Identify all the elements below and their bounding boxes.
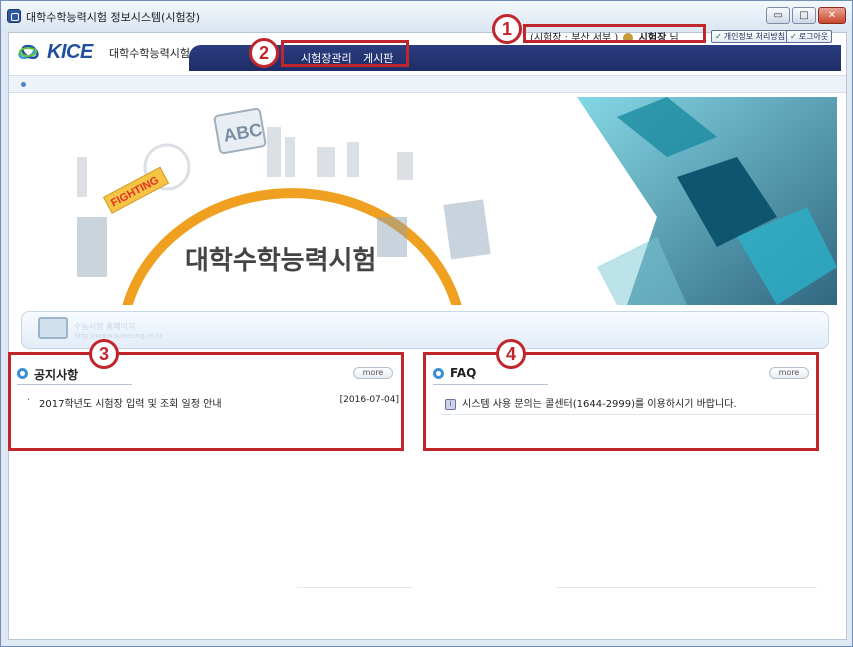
highlight-box-4 xyxy=(423,352,819,451)
marker-1: 1 xyxy=(492,14,522,44)
minimize-button[interactable]: ▭ xyxy=(766,7,790,24)
close-button[interactable]: ✕ xyxy=(818,7,846,24)
app-window: 대학수학능력시험 정보시스템(시험장) ▭ □ ✕ KICE 대학수학능력시험 … xyxy=(0,0,853,647)
title-bar: 대학수학능력시험 정보시스템(시험장) ▭ □ ✕ xyxy=(1,1,852,31)
highlight-box-3 xyxy=(8,352,404,451)
sub-strip xyxy=(9,75,846,93)
maximize-button[interactable]: □ xyxy=(792,7,816,24)
page-content: KICE 대학수학능력시험 정보 시스템 (시험장 : 부산 서부 ) 시험장 … xyxy=(8,30,847,640)
marker-3: 3 xyxy=(89,339,119,369)
banner-illustration: ABC FIGHTING 대학수학능력시험 xyxy=(17,97,837,305)
highlight-box-1 xyxy=(523,24,706,43)
logo-text: KICE xyxy=(47,41,93,63)
marker-4: 4 xyxy=(496,339,526,369)
window-title: 대학수학능력시험 정보시스템(시험장) xyxy=(26,11,200,24)
check-icon: ✓ xyxy=(715,32,722,41)
logout-button[interactable]: ✓ 로그아웃 xyxy=(786,30,833,43)
divider xyxy=(297,587,413,588)
app-icon xyxy=(7,9,21,23)
strip-dot xyxy=(21,82,26,87)
privacy-policy-button[interactable]: ✓ 개인정보 처리방침 xyxy=(711,30,790,43)
check-icon: ✓ xyxy=(790,32,797,41)
header: KICE 대학수학능력시험 정보 시스템 (시험장 : 부산 서부 ) 시험장 … xyxy=(9,30,846,71)
divider xyxy=(557,587,817,588)
marker-2: 2 xyxy=(249,38,279,68)
exam-link-text: 수능시험 홈페이지 xyxy=(74,322,136,331)
highlight-box-2 xyxy=(281,40,409,67)
kice-logo-icon xyxy=(18,44,39,60)
logout-label: 로그아웃 xyxy=(798,32,829,41)
banner-title: 대학수학능력시험 xyxy=(185,246,376,276)
privacy-policy-label: 개인정보 처리방침 xyxy=(723,32,786,41)
monitor-icon xyxy=(38,317,68,339)
exam-link-url: http://www.suneung.re.kr xyxy=(74,332,163,340)
main-banner: ABC FIGHTING 대학수학능력시험 xyxy=(17,97,837,305)
exam-link-bar[interactable]: 수능시험 홈페이지 http://www.suneung.re.kr xyxy=(21,311,829,349)
